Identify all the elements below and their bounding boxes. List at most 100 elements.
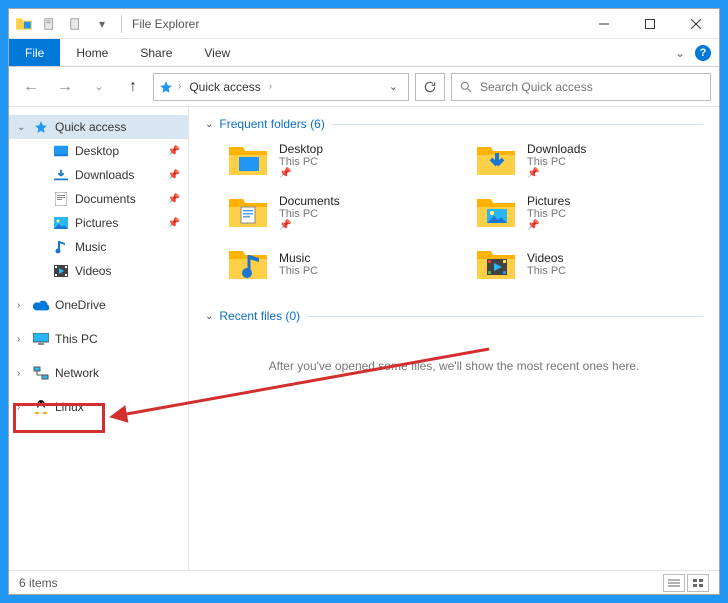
expand-icon[interactable]: ›	[17, 402, 20, 413]
music-icon	[53, 239, 69, 255]
status-bar: 6 items	[9, 570, 719, 594]
nav-label: Downloads	[75, 168, 134, 182]
title-bar: ▾ File Explorer	[9, 9, 719, 39]
nav-pictures[interactable]: Pictures 📌	[9, 211, 188, 235]
folder-icon	[475, 243, 517, 285]
documents-icon	[53, 191, 69, 207]
folder-name: Music	[279, 251, 318, 265]
address-bar[interactable]: › Quick access › ⌄	[153, 73, 409, 101]
tab-share[interactable]: Share	[124, 39, 188, 66]
maximize-button[interactable]	[627, 9, 673, 39]
chevron-down-icon: ⌄	[205, 311, 213, 322]
folder-item-pictures[interactable]: PicturesThis PC📌	[475, 191, 703, 233]
nav-music[interactable]: Music	[9, 235, 188, 259]
folder-icon	[227, 139, 269, 181]
forward-button[interactable]: →	[51, 73, 79, 101]
expand-icon[interactable]: ›	[17, 300, 20, 311]
nav-desktop[interactable]: Desktop 📌	[9, 139, 188, 163]
desktop-icon	[53, 143, 69, 159]
navigation-toolbar: ← → ⌄ ↑ › Quick access › ⌄	[9, 67, 719, 107]
frequent-folders-header[interactable]: ⌄ Frequent folders (6)	[205, 117, 703, 131]
nav-label: Quick access	[55, 120, 126, 134]
folder-item-desktop[interactable]: DesktopThis PC📌	[227, 139, 455, 181]
nav-documents[interactable]: Documents 📌	[9, 187, 188, 211]
pin-icon: 📌	[168, 218, 180, 229]
folder-location: This PC	[527, 265, 566, 277]
expand-icon[interactable]: ›	[17, 334, 20, 345]
onedrive-icon	[33, 297, 49, 313]
search-box[interactable]	[451, 73, 711, 101]
app-icon	[15, 15, 33, 33]
folder-name: Downloads	[527, 142, 586, 156]
content-pane: ⌄ Frequent folders (6) DesktopThis PC📌Do…	[189, 107, 719, 570]
nav-label: Videos	[75, 264, 111, 278]
tab-home[interactable]: Home	[60, 39, 124, 66]
network-icon	[33, 365, 49, 381]
folder-location: This PC	[279, 265, 318, 277]
recent-files-header[interactable]: ⌄ Recent files (0)	[205, 309, 703, 323]
tab-file[interactable]: File	[9, 39, 60, 66]
navigation-pane: ⌄ Quick access Desktop 📌 Downloads 📌 Doc…	[9, 107, 189, 570]
folder-location: This PC	[527, 208, 570, 220]
help-button[interactable]: ?	[695, 45, 711, 61]
nav-quick-access[interactable]: ⌄ Quick access	[9, 115, 188, 139]
nav-label: OneDrive	[55, 298, 106, 312]
breadcrumb-separator-icon[interactable]: ›	[269, 81, 272, 92]
nav-label: Desktop	[75, 144, 119, 158]
pin-icon: 📌	[168, 194, 180, 205]
file-explorer-window: ▾ File Explorer File Home Share View ⌄ ?…	[8, 8, 720, 595]
pin-icon: 📌	[279, 220, 340, 231]
tux-penguin-icon	[33, 399, 49, 415]
nav-network[interactable]: › Network	[9, 361, 188, 385]
nav-label: Linux	[55, 400, 84, 414]
section-label: Recent files (0)	[219, 309, 300, 323]
expand-icon[interactable]: ⌄	[17, 122, 25, 133]
expand-ribbon-button[interactable]: ⌄	[675, 46, 685, 60]
search-input[interactable]	[480, 80, 704, 94]
minimize-button[interactable]	[581, 9, 627, 39]
refresh-button[interactable]	[415, 73, 445, 101]
star-icon	[33, 119, 49, 135]
nav-label: Pictures	[75, 216, 118, 230]
pin-icon: 📌	[279, 168, 323, 179]
folder-location: This PC	[527, 156, 586, 168]
tab-view[interactable]: View	[188, 39, 246, 66]
qat-new-folder-button[interactable]	[65, 13, 87, 35]
view-large-icons-button[interactable]	[687, 574, 709, 592]
folder-icon	[227, 243, 269, 285]
nav-downloads[interactable]: Downloads 📌	[9, 163, 188, 187]
window-title: File Explorer	[126, 17, 199, 31]
folder-item-documents[interactable]: DocumentsThis PC📌	[227, 191, 455, 233]
close-button[interactable]	[673, 9, 719, 39]
recent-locations-button[interactable]: ⌄	[85, 73, 113, 101]
folder-icon	[475, 139, 517, 181]
nav-linux[interactable]: › Linux	[9, 395, 188, 419]
back-button[interactable]: ←	[17, 73, 45, 101]
folder-item-music[interactable]: MusicThis PC	[227, 243, 455, 285]
address-history-dropdown[interactable]: ⌄	[383, 80, 404, 93]
qat-properties-button[interactable]	[39, 13, 61, 35]
folder-name: Desktop	[279, 142, 323, 156]
nav-label: Documents	[75, 192, 136, 206]
breadcrumb-segment[interactable]: Quick access	[185, 80, 264, 94]
nav-onedrive[interactable]: › OneDrive	[9, 293, 188, 317]
pin-icon: 📌	[168, 146, 180, 157]
pictures-icon	[53, 215, 69, 231]
view-details-button[interactable]	[663, 574, 685, 592]
folder-item-downloads[interactable]: DownloadsThis PC📌	[475, 139, 703, 181]
folder-location: This PC	[279, 208, 340, 220]
breadcrumb-separator-icon[interactable]: ›	[178, 81, 181, 92]
nav-label: Network	[55, 366, 99, 380]
nav-videos[interactable]: Videos	[9, 259, 188, 283]
pin-icon: 📌	[527, 220, 570, 231]
nav-this-pc[interactable]: › This PC	[9, 327, 188, 351]
folder-item-videos[interactable]: VideosThis PC	[475, 243, 703, 285]
videos-icon	[53, 263, 69, 279]
up-button[interactable]: ↑	[119, 73, 147, 101]
ribbon-tabs: File Home Share View ⌄ ?	[9, 39, 719, 67]
this-pc-icon	[33, 331, 49, 347]
qat-customize-button[interactable]: ▾	[91, 13, 113, 35]
expand-icon[interactable]: ›	[17, 368, 20, 379]
nav-label: This PC	[55, 332, 98, 346]
section-label: Frequent folders (6)	[219, 117, 324, 131]
